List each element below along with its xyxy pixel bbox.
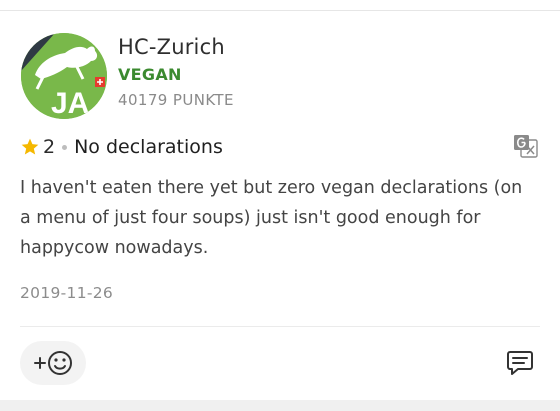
rating-row: 2 No declarations (20, 134, 223, 160)
add-reaction-icon (34, 351, 72, 375)
rating-value: 2 (43, 136, 56, 158)
user-name[interactable]: HC-Zurich (118, 35, 225, 59)
review-title: No declarations (74, 136, 223, 158)
separator-dot (62, 144, 68, 150)
add-reaction-button[interactable] (20, 341, 86, 385)
user-points: 40179 PUNKTE (118, 91, 234, 109)
review-date: 2019-11-26 (20, 284, 114, 302)
actions-divider (20, 326, 540, 327)
top-divider (0, 10, 560, 11)
bottom-separator (0, 400, 560, 411)
review-text: I haven't eaten there yet but zero vegan… (20, 178, 523, 258)
avatar[interactable]: JA (21, 33, 107, 119)
star-icon (21, 138, 39, 155)
avatar-image: JA (21, 33, 107, 119)
avatar-letters: JA (51, 87, 89, 119)
translate-icon[interactable] (512, 133, 539, 159)
comment-button[interactable] (503, 346, 537, 380)
comment-icon (507, 351, 533, 375)
user-tag: VEGAN (118, 65, 182, 84)
review-card: JA HC-Zurich VEGAN 40179 PUNKTE 2 No dec… (0, 0, 560, 411)
